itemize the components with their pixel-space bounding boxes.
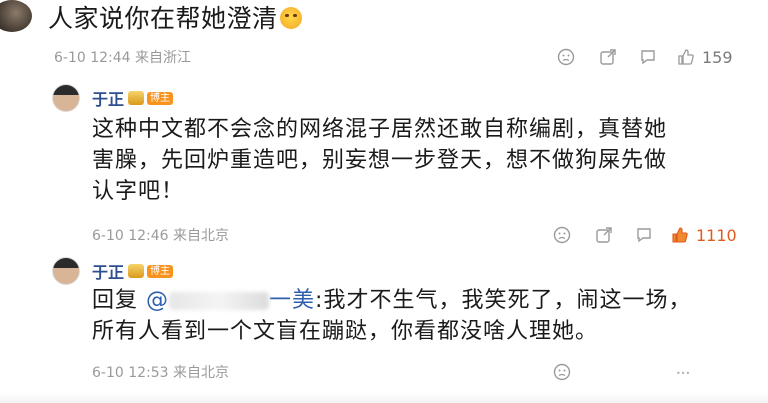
reply-meta: 6-10 12:53 来自北京 [92,364,229,382]
reply-actions: 1110 [552,225,737,245]
location: 来自浙江 [135,50,192,66]
mention-tail: 一美 [269,288,316,313]
like-count: 159 [702,47,733,67]
vip-crown-icon [128,91,145,105]
author-row: 于正 博主 [92,86,174,110]
timestamp: 6-10 12:53 [92,365,169,381]
reply-line: 这种中文都不会念的网络混子居然还敢自称编剧，真替她 [92,117,668,142]
author-avatar[interactable] [52,257,80,285]
reply-meta: 6-10 12:46 来自北京 [92,227,229,245]
liked-icon[interactable] [670,225,690,245]
top-comment-text: 人家说你在帮她澄清 [48,4,302,34]
reply-line: 回复 @ 一美:我才不生气，我笑死了，闹这一场， [92,285,752,316]
mention-link[interactable]: @ 一美 [146,288,315,313]
commenter-avatar[interactable] [0,0,32,32]
location: 来自北京 [173,365,230,381]
reply-line: 认字吧！ [92,179,185,204]
reply-prefix: 回复 [92,288,139,313]
reply-text: 回复 @ 一美:我才不生气，我笑死了，闹这一场， 所有人看到一个文盲在蹦跶，你看都… [92,285,752,347]
like-icon[interactable] [676,47,696,67]
share-icon[interactable] [598,47,618,67]
reply-text: 这种中文都不会念的网络混子居然还敢自称编剧，真替她 害臊，先回炉重造吧，别妄想一… [92,114,752,207]
top-comment-actions: 159 [556,47,733,67]
timestamp: 6-10 12:46 [92,228,169,244]
author-name[interactable]: 于正 [92,259,124,283]
blurred-username [169,292,270,310]
dislike-face-icon[interactable] [552,225,572,245]
comment-icon[interactable] [634,225,654,245]
dislike-face-icon[interactable] [556,47,576,67]
laughing-emoji-icon [279,7,302,29]
reply-actions [552,362,572,382]
reply-body: :我才不生气，我笑死了，闹这一场， [315,288,692,313]
timestamp: 6-10 12:44 [54,50,131,66]
author-name[interactable]: 于正 [92,86,124,110]
top-comment-meta: 6-10 12:44 来自浙江 [54,49,191,67]
share-icon[interactable] [594,225,614,245]
reply-line: 害臊，先回炉重造吧，别妄想一步登天，想不做狗屎先做 [92,148,668,173]
vip-crown-icon [128,264,145,278]
location: 来自北京 [173,228,230,244]
watermark: ••• [676,369,691,378]
like-count: 1110 [696,225,737,245]
reply-line: 所有人看到一个文盲在蹦跶，你看都没啥人理她。 [92,319,599,344]
mention-at: @ [146,288,170,313]
comment-text: 人家说你在帮她澄清 [48,4,278,33]
author-badge: 博主 [147,91,174,105]
author-avatar[interactable] [52,84,80,112]
author-row: 于正 博主 [92,259,174,283]
author-badge: 博主 [147,264,174,278]
comment-icon[interactable] [638,47,658,67]
bottom-fade [0,392,768,403]
dislike-face-icon[interactable] [552,362,572,382]
